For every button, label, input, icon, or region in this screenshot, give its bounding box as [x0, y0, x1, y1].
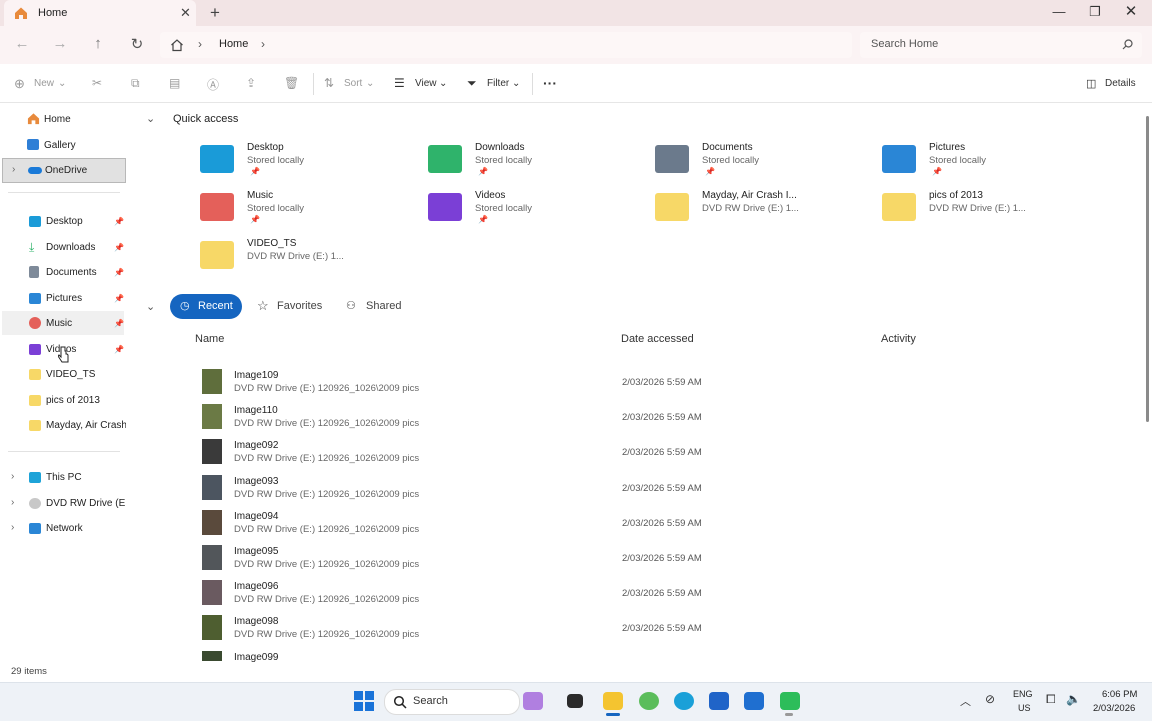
- edge-icon[interactable]: [674, 692, 694, 710]
- windows-start-icon[interactable]: [354, 691, 374, 711]
- image-thumbnail: [202, 474, 222, 500]
- date-accessed: 2/03/2026 5:59 AM: [622, 412, 702, 424]
- open-indicator: [785, 713, 793, 716]
- copilot-icon[interactable]: [523, 692, 543, 710]
- volume-icon[interactable]: 🔈: [1066, 692, 1081, 706]
- search-icon: [393, 695, 407, 709]
- show-hidden-icons-icon[interactable]: ︿: [960, 693, 971, 709]
- file-name: Image093: [234, 475, 279, 487]
- date-accessed: 2/03/2026 5:59 AM: [622, 377, 702, 388]
- date-accessed: 2/03/2026 5:59 AM: [622, 517, 702, 529]
- file-name: Image095: [234, 546, 279, 557]
- date-accessed: 2/03/2026 5:59 AM: [622, 623, 702, 635]
- table-row[interactable]: Image096 DVD RW Drive (E:) 120926_1026\20…: [190, 579, 1130, 609]
- table-row[interactable]: Image110 DVD RW Drive (E:) 120926_1026\20…: [190, 403, 1130, 433]
- display-icon[interactable]: ⧠: [1046, 692, 1056, 707]
- table-row[interactable]: Image092 DVD RW Drive (E:) 120926_1026\20…: [190, 438, 1130, 468]
- scrollbar-thumb[interactable]: [1146, 116, 1149, 422]
- table-row[interactable]: Image094 DVD RW Drive (E:) 120926_1026\20…: [190, 509, 1130, 539]
- file-name: Image109: [234, 370, 279, 381]
- file-name: Image096: [234, 581, 279, 593]
- image-thumbnail: [202, 439, 222, 465]
- file-location: DVD RW Drive (E:) 120926_1026\2009 pics: [234, 383, 420, 394]
- app-icon[interactable]: [780, 692, 800, 710]
- network-offline-icon[interactable]: ⊘: [985, 692, 995, 706]
- file-name: Image092: [234, 440, 279, 452]
- image-thumbnail: [202, 404, 222, 430]
- file-location: DVD RW Drive (E:) 120926_1026\2009 pics: [234, 629, 420, 641]
- image-thumbnail: [202, 369, 222, 394]
- status-item-count: 29 items: [11, 666, 47, 677]
- file-name: Image099: [234, 651, 279, 662]
- file-location: DVD RW Drive (E:) 120926_1026\2009 pics: [234, 488, 420, 500]
- image-thumbnail: [202, 650, 222, 661]
- outlook-icon[interactable]: [744, 692, 764, 710]
- active-indicator: [606, 713, 620, 716]
- store-icon[interactable]: [709, 692, 729, 710]
- file-location: DVD RW Drive (E:) 120926_1026\2009 pics: [234, 559, 420, 570]
- file-location: DVD RW Drive (E:) 120926_1026\2009 pics: [234, 418, 420, 430]
- chrome-icon[interactable]: [639, 692, 659, 710]
- file-name: Image094: [234, 510, 279, 522]
- file-name: Image098: [234, 616, 279, 628]
- image-thumbnail: [202, 615, 222, 641]
- date-accessed: 2/03/2026 5:59 AM: [622, 447, 702, 459]
- file-location: DVD RW Drive (E:) 120926_1026\2009 pics: [234, 523, 420, 535]
- table-row[interactable]: Image095 DVD RW Drive (E:) 120926_1026\20…: [190, 544, 1130, 574]
- date-accessed: 2/03/2026 5:59 AM: [622, 482, 702, 494]
- task-view-icon[interactable]: [567, 694, 583, 708]
- image-thumbnail: [202, 545, 222, 570]
- image-thumbnail: [202, 580, 222, 606]
- recent-file-list: Image109 DVD RW Drive (E:) 120926_1026\20…: [0, 0, 1152, 662]
- taskbar-search[interactable]: Search: [384, 689, 520, 715]
- table-row[interactable]: Image099: [190, 650, 1130, 662]
- date-accessed: 2/03/2026 5:59 AM: [622, 553, 702, 564]
- table-row[interactable]: Image093 DVD RW Drive (E:) 120926_1026\20…: [190, 474, 1130, 504]
- image-thumbnail: [202, 509, 222, 535]
- language-eng[interactable]: ENG: [1013, 689, 1033, 699]
- clock-date[interactable]: 2/03/2026: [1093, 703, 1135, 714]
- clock-time[interactable]: 6:06 PM: [1102, 689, 1137, 700]
- date-accessed: 2/03/2026 5:59 AM: [622, 588, 702, 600]
- language-us[interactable]: US: [1018, 703, 1031, 713]
- file-location: DVD RW Drive (E:) 120926_1026\2009 pics: [234, 453, 420, 465]
- file-name: Image110: [234, 405, 278, 417]
- table-row[interactable]: Image098 DVD RW Drive (E:) 120926_1026\20…: [190, 614, 1130, 644]
- taskbar-search-label: Search: [413, 695, 448, 707]
- table-row[interactable]: Image109 DVD RW Drive (E:) 120926_1026\20…: [190, 368, 1130, 398]
- file-explorer-icon[interactable]: [603, 692, 623, 710]
- file-location: DVD RW Drive (E:) 120926_1026\2009 pics: [234, 594, 420, 606]
